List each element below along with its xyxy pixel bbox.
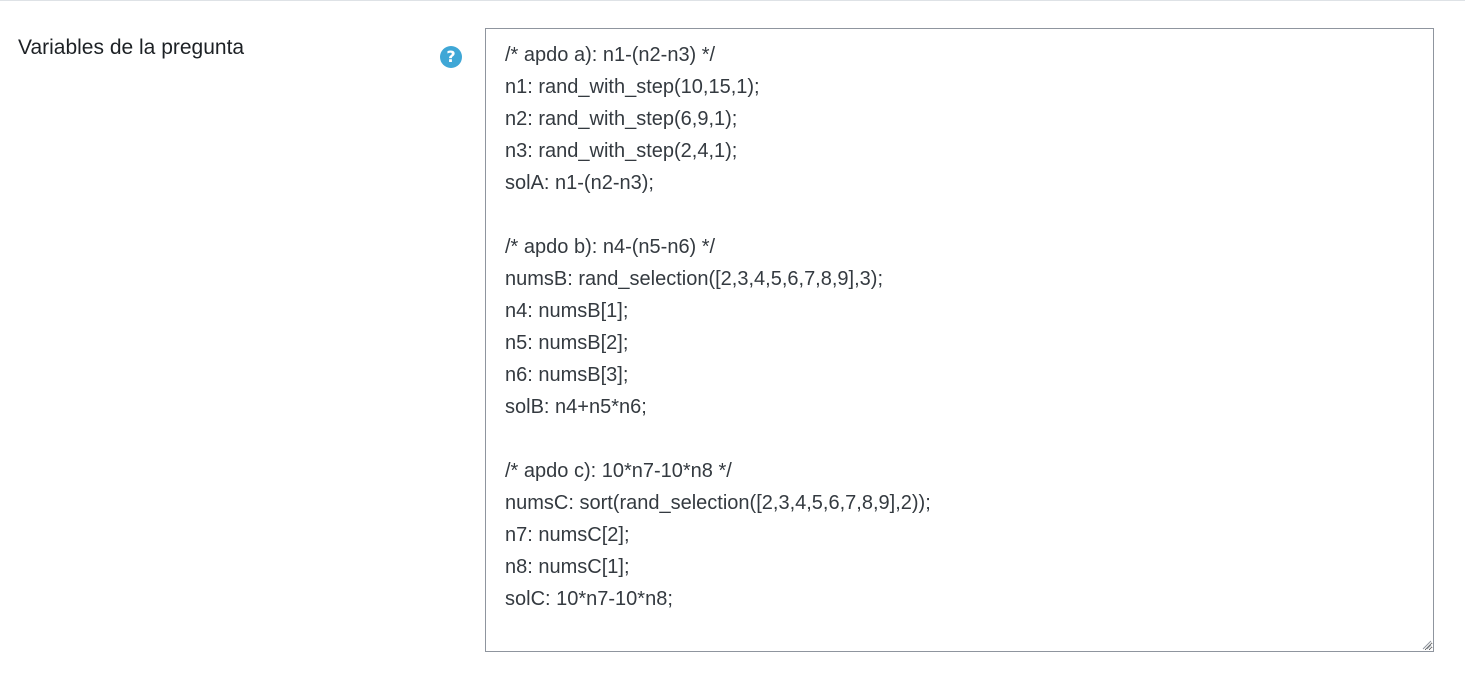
question-variables-textarea[interactable]: /* apdo a): n1-(n2-n3) */ n1: rand_with_… [485, 28, 1434, 652]
resize-grip-icon[interactable] [1421, 639, 1432, 650]
form-page: Variables de la pregunta ? /* apdo a): n… [0, 0, 1465, 685]
top-divider [0, 0, 1465, 1]
help-icon[interactable]: ? [440, 46, 462, 68]
question-variables-label: Variables de la pregunta [18, 36, 245, 59]
